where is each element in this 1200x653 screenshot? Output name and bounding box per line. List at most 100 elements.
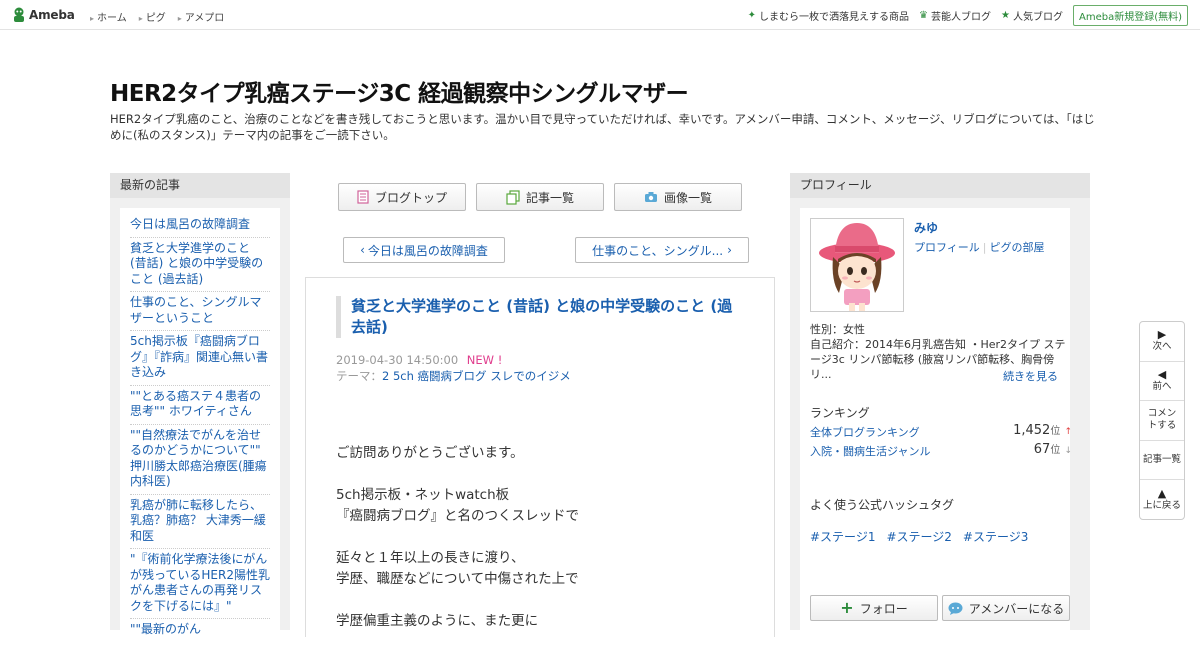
list-item[interactable]: 今日は風呂の故障調査: [130, 208, 270, 238]
floating-nav: ▶ 次へ ◀ 前へ コメントする 記事一覧 ▲ 上に戻る: [1139, 321, 1185, 520]
global-nav: ホーム ピグ アメプロ: [90, 9, 224, 24]
document-icon: [357, 190, 369, 204]
ranking-genre-link[interactable]: 入院・闘病生活ジャンル: [810, 445, 930, 458]
ranking-unit: 位: [1050, 445, 1061, 456]
entry-list-button[interactable]: 記事一覧: [476, 183, 604, 211]
amember-label: アメンバーになる: [968, 601, 1065, 616]
image-list-label: 画像一覧: [663, 190, 712, 205]
pig-room-link[interactable]: ピグの部屋: [990, 241, 1045, 254]
nav-amepro[interactable]: アメプロ: [178, 9, 225, 24]
profile-box: みゆ プロフィール | ピグの部屋 性別：女性 自己紹介：2014年6月乳癌告知 ・…: [800, 208, 1072, 630]
next-entry-button[interactable]: 仕事のこと、シングル... ›: [575, 237, 749, 263]
prev-label: 前へ: [1152, 380, 1172, 392]
next-label: 次へ: [1152, 341, 1172, 353]
back-to-top-button[interactable]: ▲ 上に戻る: [1140, 480, 1184, 520]
promo-link[interactable]: ✦ しまむら一枚で洒落見えする商品: [748, 8, 909, 23]
ranking-row: 入院・闘病生活ジャンル 67位 ↓: [810, 442, 1072, 459]
read-more-link[interactable]: 続きを見る: [1003, 368, 1058, 384]
celebrity-blog-label: 芸能人ブログ: [931, 12, 992, 23]
ameba-logo[interactable]: Ameba: [12, 6, 75, 24]
celebrity-blog-link[interactable]: ♛ 芸能人ブログ: [919, 8, 991, 23]
ranking-number: 1,452: [1013, 423, 1051, 438]
recent-entries-header: 最新の記事: [110, 173, 290, 198]
theme-label: テーマ：: [336, 369, 382, 383]
prev-entry-button[interactable]: ‹ 今日は風呂の故障調査: [343, 237, 505, 263]
blog-top-label: ブログトップ: [374, 190, 447, 205]
hashtag-header: よく使う公式ハッシュタグ: [810, 498, 955, 512]
entry-list-side-label: 記事一覧: [1142, 454, 1181, 466]
ameba-logo-icon: [14, 7, 24, 22]
blog-title[interactable]: HER2タイプ乳癌ステージ3C 経過観察中シングルマザー: [110, 74, 689, 108]
entry-body: ご訪問ありがとうございます。 5ch掲示板・ネットwatch板 『癌闘病ブログ』…: [336, 443, 579, 653]
logo-text: Ameba: [29, 8, 75, 22]
triangle-up-icon: ▲: [1157, 487, 1167, 501]
ranking-header: ランキング: [810, 406, 870, 420]
entry-paragraph: 延々と１年以上の長きに渡り、 学歴、職歴などについて中傷された上で: [336, 550, 579, 587]
avatar[interactable]: [810, 218, 904, 312]
blog-description: HER2タイプ乳癌のこと、治療のことなどを書き残しておこうと思います。温かい目で…: [110, 112, 1095, 142]
entry-theme-link[interactable]: 2 5ch 癌闘病ブログ スレでのイジメ: [382, 369, 571, 383]
next-entry-label: 仕事のこと、シングル...: [592, 243, 724, 258]
list-item[interactable]: ""とある癌ステ４患者の思考"" ホワイティさん: [130, 386, 270, 425]
hashtag-list: #ステージ1 #ステージ2 #ステージ3: [810, 528, 1028, 545]
list-item[interactable]: "『術前化学療法後にがんが残っているHER2陽性乳がん患者さんの再発リスクを下げ…: [130, 549, 270, 619]
comment-button[interactable]: コメントする: [1140, 401, 1184, 441]
entry-paragraph: 学歴偏重主義のように、また更に: [336, 613, 539, 629]
profile-header: プロフィール: [790, 173, 1090, 198]
popular-blog-label: 人気ブログ: [1012, 12, 1063, 23]
amember-button[interactable]: アメンバーになる: [942, 595, 1070, 621]
header-right: ✦ しまむら一枚で洒落見えする商品 ♛ 芸能人ブログ ★ 人気ブログ Ameba…: [748, 5, 1188, 26]
crown-icon: ♛: [919, 10, 929, 21]
ranking-row: 全体ブログランキング 1,452位 ↑: [810, 422, 1072, 440]
nav-home[interactable]: ホーム: [90, 9, 127, 24]
new-badge: NEW !: [466, 353, 503, 367]
comment-label: コメントする: [1147, 408, 1177, 432]
profile-gender: 性別：女性: [810, 323, 865, 336]
entry-list-side-button[interactable]: 記事一覧: [1140, 441, 1184, 481]
register-button[interactable]: Ameba新規登録(無料): [1072, 5, 1188, 26]
entry-title[interactable]: 貧乏と大学進学のこと (昔話) と娘の中学受験のこと (過去話): [336, 296, 746, 338]
popular-blog-link[interactable]: ★ 人気ブログ: [1001, 8, 1063, 23]
profile-link[interactable]: プロフィール: [914, 241, 980, 254]
hashtag-link[interactable]: #ステージ1: [810, 528, 875, 545]
avatar-illustration: [811, 219, 903, 311]
list-item[interactable]: 5ch掲示板『癌闘病ブログ』『詐病』関連心無い書き込み: [130, 331, 270, 386]
follow-button[interactable]: + フォロー: [810, 595, 938, 621]
list-item[interactable]: ""自然療法でがんを治せるのかどうかについて"" 押川勝太郎癌治療医(腫瘍内科医…: [130, 425, 270, 495]
separator: |: [982, 241, 987, 254]
list-item[interactable]: 乳癌が肺に転移したら、乳癌？肺癌？ 大津秀一緩和医: [130, 495, 270, 549]
entry-list-label: 記事一覧: [525, 190, 574, 205]
nav-pig[interactable]: ピグ: [139, 9, 166, 24]
blog-top-button[interactable]: ブログトップ: [338, 183, 466, 211]
chat-bubble-icon: [948, 602, 963, 615]
documents-icon: [506, 189, 520, 205]
chevron-left-icon: ‹: [360, 243, 365, 257]
recent-entries-panel: 最新の記事 今日は風呂の故障調査 貧乏と大学進学のこと (昔話) と娘の中学受験…: [110, 173, 290, 638]
camera-icon: [644, 192, 657, 202]
ranking-unit: 位: [1050, 426, 1061, 437]
hashtag-link[interactable]: #ステージ3: [963, 528, 1028, 545]
entry-article: 貧乏と大学進学のこと (昔話) と娘の中学受験のこと (過去話) 2019-04…: [305, 277, 775, 637]
prev-button[interactable]: ◀ 前へ: [1140, 362, 1184, 402]
profile-links: プロフィール | ピグの部屋: [914, 239, 1045, 255]
sparkle-icon: ✦: [747, 10, 757, 21]
follow-label: フォロー: [859, 601, 908, 616]
ranking-value: 1,452位 ↑: [1013, 422, 1072, 438]
list-item[interactable]: 貧乏と大学進学のこと (昔話) と娘の中学受験のこと (過去話): [130, 238, 270, 292]
profile-name[interactable]: みゆ: [914, 219, 938, 236]
ranking-number: 67: [1033, 442, 1051, 457]
triangle-right-icon: ▶: [1157, 328, 1167, 342]
hashtag-link[interactable]: #ステージ2: [886, 528, 951, 545]
back-to-top-label: 上に戻る: [1142, 500, 1181, 512]
profile-panel: プロフィール みゆ プロフィール | ピグの部屋 性別：女性 自己紹介：2014…: [790, 173, 1090, 630]
image-list-button[interactable]: 画像一覧: [614, 183, 742, 211]
list-item[interactable]: 仕事のこと、シングルマザーということ: [130, 292, 270, 331]
entry-meta: 2019-04-30 14:50:00 NEW ! テーマ：2 5ch 癌闘病ブ…: [336, 352, 571, 384]
ranking-overall-link[interactable]: 全体ブログランキング: [810, 426, 920, 439]
trend-up-icon: ↑: [1064, 427, 1072, 437]
trend-down-icon: ↓: [1064, 446, 1072, 456]
list-item[interactable]: ""最新のがん: [130, 619, 270, 638]
prev-entry-label: 今日は風呂の故障調査: [367, 243, 488, 258]
entry-date: 2019-04-30 14:50:00: [336, 353, 459, 367]
next-button[interactable]: ▶ 次へ: [1140, 322, 1184, 362]
